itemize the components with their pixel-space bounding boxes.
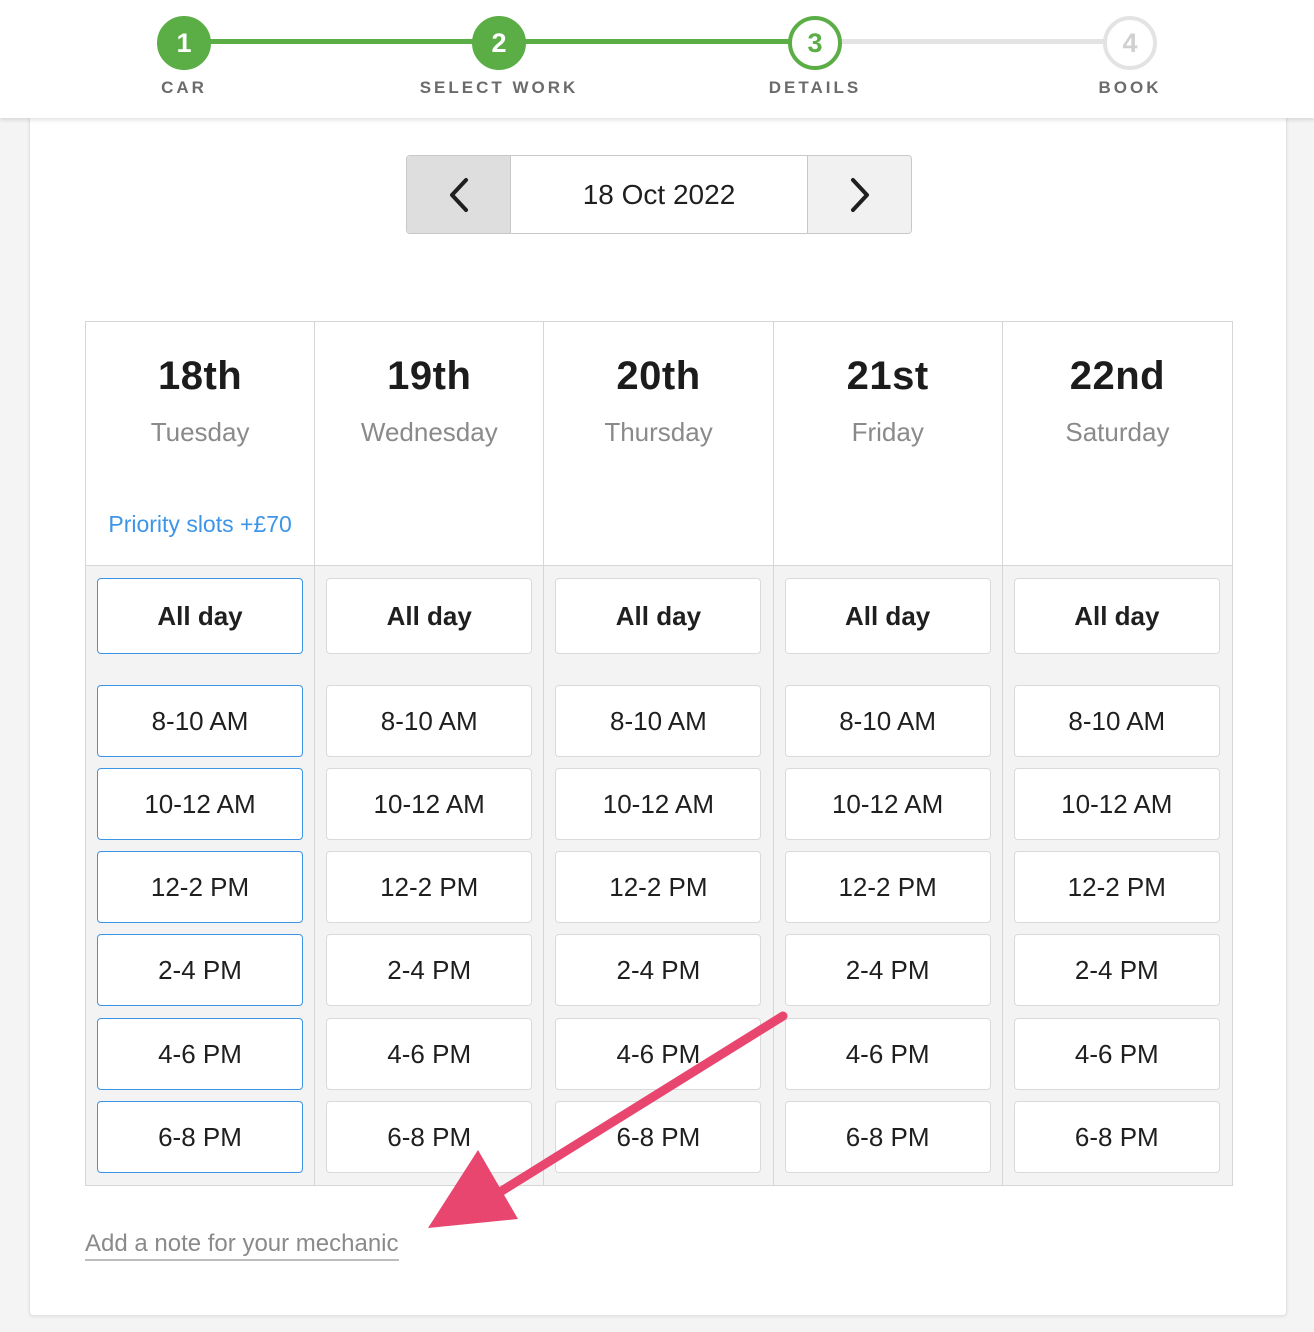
step-number: 3 bbox=[788, 16, 842, 70]
day-column: 20th Thursday All day 8-10 AM 10-12 AM 12-2 P… bbox=[544, 322, 774, 1185]
day-column: 19th Wednesday All day 8-10 AM 10-12 AM 12-2 … bbox=[315, 322, 545, 1185]
booking-card: 18 Oct 2022 18th Tuesday Priority slots +£… bbox=[29, 110, 1287, 1316]
time-slot-button[interactable]: 12-2 PM bbox=[555, 851, 762, 923]
time-slot-button[interactable]: 10-12 AM bbox=[97, 768, 303, 840]
time-slot-button[interactable]: 8-10 AM bbox=[326, 685, 533, 757]
day-number: 18th bbox=[157, 354, 243, 398]
time-slot-button[interactable]: 8-10 AM bbox=[97, 685, 303, 757]
time-slot-button[interactable]: 4-6 PM bbox=[326, 1018, 533, 1090]
step-number: 4 bbox=[1103, 16, 1157, 70]
day-column: 21st Friday All day 8-10 AM 10-12 AM 12-2 PM 2… bbox=[773, 322, 1003, 1185]
day-name: Tuesday bbox=[150, 417, 250, 447]
chevron-right-icon bbox=[850, 177, 869, 212]
day-number: 21st bbox=[846, 354, 929, 398]
time-slot-button[interactable]: 6-8 PM bbox=[555, 1101, 762, 1173]
time-slot-button[interactable]: 4-6 PM bbox=[97, 1018, 303, 1090]
time-slot-button[interactable]: 10-12 AM bbox=[555, 768, 762, 840]
time-slot-button[interactable]: 10-12 AM bbox=[1013, 768, 1220, 840]
previous-date-button[interactable] bbox=[407, 156, 511, 233]
day-name: Wednesday bbox=[360, 417, 498, 447]
day-name: Friday bbox=[851, 417, 924, 447]
step-label: DETAILS bbox=[768, 78, 862, 97]
day-header: 22nd Saturday bbox=[1002, 322, 1233, 566]
step-details[interactable]: 3 DETAILS bbox=[715, 16, 915, 98]
time-slot-button[interactable]: 12-2 PM bbox=[97, 851, 303, 923]
step-label: CAR bbox=[161, 78, 207, 97]
time-slot-button[interactable]: 6-8 PM bbox=[326, 1101, 533, 1173]
time-slot-button[interactable]: 6-8 PM bbox=[1013, 1101, 1220, 1173]
step-label: BOOK bbox=[1098, 78, 1162, 97]
date-navigator: 18 Oct 2022 bbox=[406, 155, 912, 234]
time-slot-button[interactable]: 8-10 AM bbox=[555, 685, 762, 757]
time-slot-button[interactable]: 10-12 AM bbox=[326, 768, 533, 840]
time-slot-button[interactable]: 6-8 PM bbox=[97, 1101, 303, 1173]
day-header: 20th Thursday bbox=[544, 322, 773, 566]
chevron-left-icon bbox=[449, 177, 468, 212]
day-header: 18th Tuesday Priority slots +£70 bbox=[86, 322, 315, 566]
priority-slots-link[interactable]: Priority slots +£70 bbox=[86, 511, 314, 538]
day-header: 21st Friday bbox=[773, 322, 1002, 566]
next-date-button[interactable] bbox=[807, 156, 911, 233]
all-day-slot-button[interactable]: All day bbox=[326, 578, 533, 654]
all-day-slot-button[interactable]: All day bbox=[555, 578, 762, 654]
time-slot-button[interactable]: 4-6 PM bbox=[784, 1018, 991, 1090]
all-day-slot-button[interactable]: All day bbox=[1013, 578, 1220, 654]
all-day-slot-button[interactable]: All day bbox=[784, 578, 991, 654]
step-number: 1 bbox=[157, 16, 211, 70]
time-slot-button[interactable]: 4-6 PM bbox=[555, 1018, 762, 1090]
availability-calendar: 18th Tuesday Priority slots +£70 All day 8-1… bbox=[85, 321, 1233, 1186]
time-slot-button[interactable]: 12-2 PM bbox=[326, 851, 533, 923]
step-car[interactable]: 1 CAR bbox=[84, 16, 284, 98]
time-slot-button[interactable]: 12-2 PM bbox=[784, 851, 991, 923]
all-day-slot-button[interactable]: All day bbox=[97, 578, 303, 654]
time-slot-button[interactable]: 8-10 AM bbox=[1013, 685, 1220, 757]
time-slot-button[interactable]: 2-4 PM bbox=[326, 934, 533, 1006]
day-number: 20th bbox=[616, 354, 701, 398]
day-column: 18th Tuesday Priority slots +£70 All day 8-1… bbox=[86, 322, 316, 1185]
step-select-work[interactable]: 2 SELECT WORK bbox=[399, 16, 599, 98]
time-slot-button[interactable]: 2-4 PM bbox=[1013, 934, 1220, 1006]
current-date: 18 Oct 2022 bbox=[582, 178, 736, 210]
day-name: Saturday bbox=[1065, 417, 1170, 447]
day-header: 19th Wednesday bbox=[315, 322, 544, 566]
progress-stepper: 1 CAR 2 SELECT WORK 3 DETAILS 4 BOOK bbox=[0, 0, 1314, 118]
day-number: 22nd bbox=[1069, 354, 1166, 398]
time-slot-button[interactable]: 8-10 AM bbox=[784, 685, 991, 757]
day-name: Thursday bbox=[604, 417, 713, 447]
time-slot-button[interactable]: 2-4 PM bbox=[555, 934, 762, 1006]
time-slot-button[interactable]: 6-8 PM bbox=[784, 1101, 991, 1173]
day-column: 22nd Saturday All day 8-10 AM 10-12 AM 12-2 P… bbox=[1002, 322, 1233, 1185]
add-note-link[interactable]: Add a note for your mechanic bbox=[85, 1230, 399, 1261]
time-slot-button[interactable]: 4-6 PM bbox=[1013, 1018, 1220, 1090]
day-number: 19th bbox=[387, 354, 472, 398]
step-number: 2 bbox=[472, 16, 526, 70]
time-slot-button[interactable]: 10-12 AM bbox=[784, 768, 991, 840]
step-label: SELECT WORK bbox=[419, 78, 579, 97]
step-book[interactable]: 4 BOOK bbox=[1030, 16, 1230, 98]
time-slot-button[interactable]: 2-4 PM bbox=[784, 934, 991, 1006]
time-slot-button[interactable]: 2-4 PM bbox=[97, 934, 303, 1006]
time-slot-button[interactable]: 12-2 PM bbox=[1013, 851, 1220, 923]
